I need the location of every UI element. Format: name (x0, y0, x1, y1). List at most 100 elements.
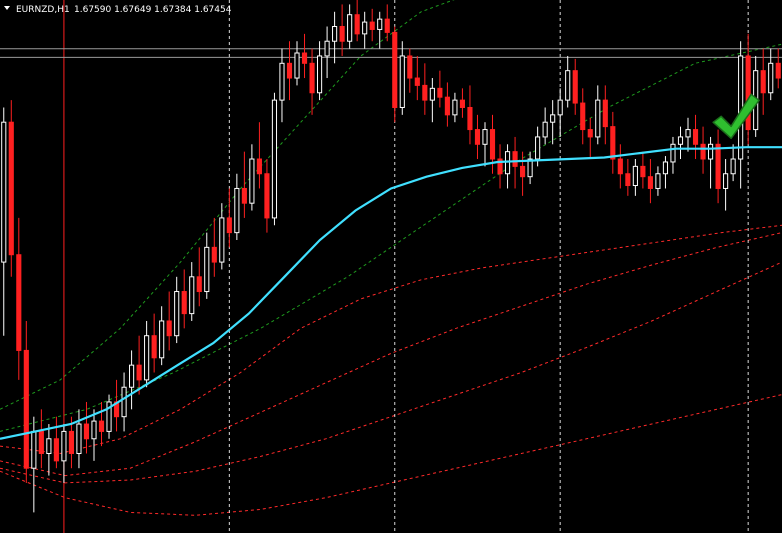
candle-body (580, 102, 586, 131)
ohlc-label: 1.67590 1.67649 1.67384 1.67454 (74, 5, 232, 15)
candle-body (38, 430, 44, 454)
candle-body (151, 335, 157, 359)
symbol-label: EURNZD,H1 (16, 5, 70, 15)
candle-body (655, 173, 661, 189)
candle-body (83, 423, 90, 440)
candle-body (414, 77, 420, 86)
candle-body (745, 55, 751, 131)
candle-body (271, 99, 278, 219)
candle-body (294, 52, 300, 79)
candle-body (482, 129, 488, 145)
candle-body (662, 161, 669, 175)
candle (392, 26, 398, 123)
candle-body (324, 40, 330, 57)
candle (8, 100, 14, 277)
candle-body (249, 158, 255, 204)
candle-body (399, 55, 405, 108)
candle-body (640, 165, 646, 178)
candle-body (685, 129, 691, 138)
candle-body (467, 106, 473, 131)
candle-body (1, 121, 7, 263)
candle-body (136, 364, 142, 381)
price-chart[interactable]: EURNZD,H1 1.67590 1.67649 1.67384 1.6745… (0, 0, 782, 533)
candle-body (129, 364, 135, 388)
candle-body (474, 129, 481, 145)
candle-body (444, 96, 450, 116)
candle-body (347, 14, 353, 42)
candle-body (587, 129, 593, 138)
chart-background (0, 0, 782, 533)
candle-body (46, 438, 52, 454)
candle-body (392, 31, 398, 108)
candle-body (700, 143, 706, 160)
candle-body (595, 99, 601, 138)
candle-body (181, 291, 187, 315)
candle-body (542, 121, 548, 138)
candle-body (316, 55, 323, 94)
candle-body (286, 62, 293, 79)
candle-body (459, 99, 466, 108)
candle-body (730, 158, 736, 175)
candle-body (189, 276, 195, 315)
candle-body (625, 173, 631, 187)
candle-body (632, 165, 638, 187)
candle-body (211, 246, 217, 263)
candle-body (512, 151, 518, 167)
candle-body (535, 136, 541, 160)
candle-body (572, 70, 578, 104)
chart-header: EURNZD,H1 1.67590 1.67649 1.67384 1.6745… (4, 5, 232, 15)
candle-body (565, 70, 571, 101)
candle-body (91, 420, 97, 440)
candle-body (309, 62, 315, 94)
candle-body (768, 62, 774, 94)
candle-body (31, 430, 37, 469)
candle-body (144, 335, 150, 381)
candle-body (647, 176, 653, 189)
candle-body (760, 70, 766, 94)
candle-body (775, 62, 781, 79)
candle-body (422, 84, 428, 101)
candle-body (196, 276, 202, 293)
candle-body (23, 349, 29, 469)
candle-body (557, 99, 563, 116)
candle-body (256, 158, 262, 175)
candle-body (369, 21, 375, 30)
candle-body (429, 87, 435, 101)
candle-body (384, 18, 390, 33)
candle-body (301, 52, 308, 64)
candle-body (520, 165, 526, 178)
candle-body (489, 129, 496, 160)
candle-body (339, 26, 345, 42)
candle-body (670, 143, 676, 163)
candle-body (264, 173, 270, 219)
candle-body (166, 320, 172, 337)
candle-body (452, 99, 458, 116)
chart-root[interactable]: EURNZD,H1 1.67590 1.67649 1.67384 1.6745… (0, 0, 782, 533)
candle-body (550, 114, 556, 123)
candle-body (98, 420, 105, 432)
candle-body (362, 21, 368, 35)
candle-body (602, 99, 608, 128)
candle-body (377, 18, 383, 30)
candle-body (219, 217, 225, 263)
candle-body (68, 430, 75, 454)
candle-body (8, 121, 14, 256)
candle-body (723, 173, 729, 189)
candle-body (677, 136, 684, 145)
candle-body (241, 187, 247, 204)
candle-body (407, 55, 413, 79)
candle-body (121, 386, 127, 418)
candle-body (279, 62, 285, 101)
candle-body (437, 87, 443, 98)
candle-body (707, 143, 714, 160)
candle-body (617, 158, 623, 175)
candle-body (159, 320, 165, 359)
candle-body (61, 430, 67, 462)
candle-body (53, 438, 59, 462)
candle-body (226, 217, 232, 234)
candle-body (332, 26, 338, 42)
candle-body (234, 187, 240, 234)
candle-body (354, 14, 360, 35)
candle-body (715, 143, 721, 189)
candle-body (16, 254, 22, 351)
